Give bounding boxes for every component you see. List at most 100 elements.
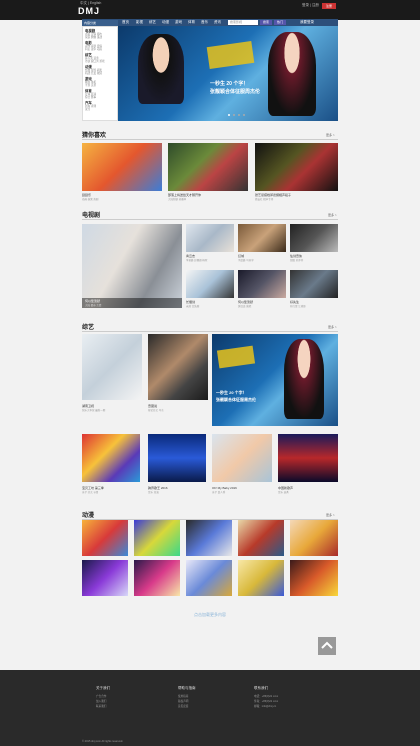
banner-person-right <box>268 32 316 116</box>
tv-sub-5: 钟汉良 唐嫣 <box>238 305 252 308</box>
variety-main-thumb[interactable]: 一秒生 20 个字！ 张靓颖合体征服周杰伦 <box>212 334 338 426</box>
nav-item-sport[interactable]: 体育 <box>188 20 195 25</box>
footer: 关于我们 广告合作 加入我们 联系我们 帮助与指南 使用指南 版权声明 意见反馈… <box>0 670 420 746</box>
register-button[interactable]: 注册 <box>322 3 336 9</box>
footer-contact: 传真：+86(0)21 xxxx <box>254 700 279 703</box>
anime-thumb-9[interactable] <box>238 560 284 596</box>
section-title-variety: 综艺 <box>82 325 95 331</box>
variety-sub-5: 亲子 真人秀 <box>212 491 226 494</box>
tv-thumb-2[interactable] <box>238 224 286 252</box>
anime-thumb-1[interactable] <box>82 520 128 556</box>
carousel-dot[interactable] <box>243 114 245 116</box>
anime-thumb-10[interactable] <box>290 560 338 596</box>
variety-thumb-1[interactable] <box>82 334 142 400</box>
divider <box>82 139 338 140</box>
login-register-link[interactable]: 登录 | 注册 <box>302 3 319 8</box>
variety-thumb-3[interactable] <box>82 434 140 482</box>
sidebar-sub[interactable]: 访谈 脱口秀 游戏 <box>85 59 105 63</box>
guess-sub-3: 德云社 相声专场 <box>255 198 274 201</box>
section-title-tv: 电视剧 <box>82 213 101 219</box>
nav-login[interactable]: 我要登录 <box>300 20 314 25</box>
top-bar <box>0 0 420 20</box>
footer-link[interactable]: 联系我们 <box>96 704 106 708</box>
footer-link[interactable]: 使用指南 <box>178 694 188 698</box>
footer-link[interactable]: 版权声明 <box>178 699 188 703</box>
carousel-dot[interactable] <box>228 114 230 116</box>
banner-logo-graphic <box>206 40 255 70</box>
variety-main-caption-2: 张靓颖合体征服周杰伦 <box>216 397 256 402</box>
guess-thumb-1[interactable] <box>82 143 162 191</box>
site-logo[interactable]: DMJ <box>78 6 100 16</box>
tv-thumb-6[interactable] <box>290 270 338 298</box>
variety-main-caption-1: 一秒生 20 个字！ <box>216 390 247 395</box>
main-nav: 首页 影视 综艺 动漫 游戏 体育 音乐 资讯 搜索影视 搜索 热门 我要登录 <box>82 19 338 26</box>
sidebar-sub[interactable]: 手游 页游 <box>85 83 96 87</box>
footer-col1-head: 关于我们 <box>96 686 110 690</box>
tv-main-thumb[interactable]: 何以笙箫默 大陆 都市 言情 <box>82 224 182 308</box>
anime-thumb-7[interactable] <box>134 560 180 596</box>
nav-item-variety[interactable]: 综艺 <box>149 20 156 25</box>
anime-thumb-4[interactable] <box>238 520 284 556</box>
nav-item-film[interactable]: 影视 <box>136 20 143 25</box>
variety-thumb-5[interactable] <box>212 434 272 482</box>
section-title-anime: 动漫 <box>82 513 95 519</box>
search-button[interactable]: 搜索 <box>260 20 272 25</box>
back-to-top-button[interactable] <box>318 637 336 655</box>
footer-contact: 电话：+86(0)21 xxxx <box>254 695 279 698</box>
variety-thumb-4[interactable] <box>148 434 206 482</box>
banner-caption-1: 一秒生 20 个字！ <box>210 81 249 87</box>
variety-sub-1: 快乐大本营 最新一期 <box>82 409 106 412</box>
nav-item-home[interactable]: 首页 <box>122 20 129 25</box>
tv-sub-4: 宋茜 古装剧 <box>186 305 200 308</box>
anime-thumb-3[interactable] <box>186 520 232 556</box>
section-title-guess: 猜你喜欢 <box>82 133 107 139</box>
tv-thumb-5[interactable] <box>238 270 286 298</box>
sidebar-sub[interactable]: 综合 赛事 <box>85 95 96 99</box>
variety-thumb-6[interactable] <box>278 434 338 482</box>
nav-item-news[interactable]: 资讯 <box>214 20 221 25</box>
hot-button[interactable]: 热门 <box>274 20 286 25</box>
sidebar-sub[interactable]: 机战 恋爱 校园 <box>85 71 102 75</box>
anime-thumb-5[interactable] <box>290 520 338 556</box>
more-link-tv[interactable]: 更多 > <box>328 213 337 217</box>
variety-sub-2: 辩论综艺 马东 <box>148 409 164 412</box>
sidebar-sub[interactable]: 试驾 <box>85 107 90 111</box>
nav-item-music[interactable]: 音乐 <box>201 20 208 25</box>
sidebar-sub[interactable]: 家庭 偶像 谍战 <box>85 35 102 39</box>
guess-thumb-3[interactable] <box>255 143 338 191</box>
variety-main-graphic <box>216 345 256 369</box>
carousel-dot[interactable] <box>238 114 240 116</box>
load-more-link[interactable]: 点击加载更多内容 <box>160 612 260 618</box>
nav-item-game[interactable]: 游戏 <box>175 20 182 25</box>
guess-sub-1: 动画 搞笑 喜剧 <box>82 198 99 201</box>
carousel-dot[interactable] <box>233 114 235 116</box>
footer-link[interactable]: 广告合作 <box>96 694 106 698</box>
tv-thumb-1[interactable] <box>186 224 234 252</box>
footer-col3-head: 联系我们 <box>254 686 268 690</box>
anime-thumb-6[interactable] <box>82 560 128 596</box>
divider <box>82 219 338 220</box>
tv-thumb-3[interactable] <box>290 224 338 252</box>
hero-banner[interactable]: 一秒生 20 个字！ 张靓颖合体征服周杰伦 <box>118 26 338 121</box>
footer-col2-head: 帮助与指南 <box>178 686 196 690</box>
anime-thumb-2[interactable] <box>134 520 180 556</box>
footer-link[interactable]: 意见反馈 <box>178 704 188 708</box>
sidebar-sub[interactable]: 科幻 战争 动画 <box>85 47 102 51</box>
banner-caption-2: 张靓颖合体征服周杰伦 <box>210 89 261 95</box>
tv-sub-1: 李易峰 赵丽颖 杨紫 <box>186 259 208 262</box>
anime-thumb-8[interactable] <box>186 560 232 596</box>
search-input[interactable]: 搜索影视 <box>228 20 258 25</box>
variety-sub-4: 音乐 竞演 <box>148 491 159 494</box>
guess-sub-2: 大陆新剧 热播中 <box>168 198 187 201</box>
tv-thumb-4[interactable] <box>186 270 234 298</box>
guess-thumb-2[interactable] <box>168 143 248 191</box>
variety-sub-6: 音乐 选秀 <box>278 491 289 494</box>
more-link-anime[interactable]: 更多 > <box>326 513 335 517</box>
more-link-guess[interactable]: 更多 > <box>326 133 335 137</box>
footer-link[interactable]: 加入我们 <box>96 699 106 703</box>
variety-sub-3: 亲子 综艺 节目 <box>82 491 99 494</box>
variety-thumb-2[interactable] <box>148 334 208 400</box>
nav-item-anime[interactable]: 动漫 <box>162 20 169 25</box>
banner-person-left <box>138 34 184 104</box>
more-link-variety[interactable]: 更多 > <box>328 325 337 329</box>
